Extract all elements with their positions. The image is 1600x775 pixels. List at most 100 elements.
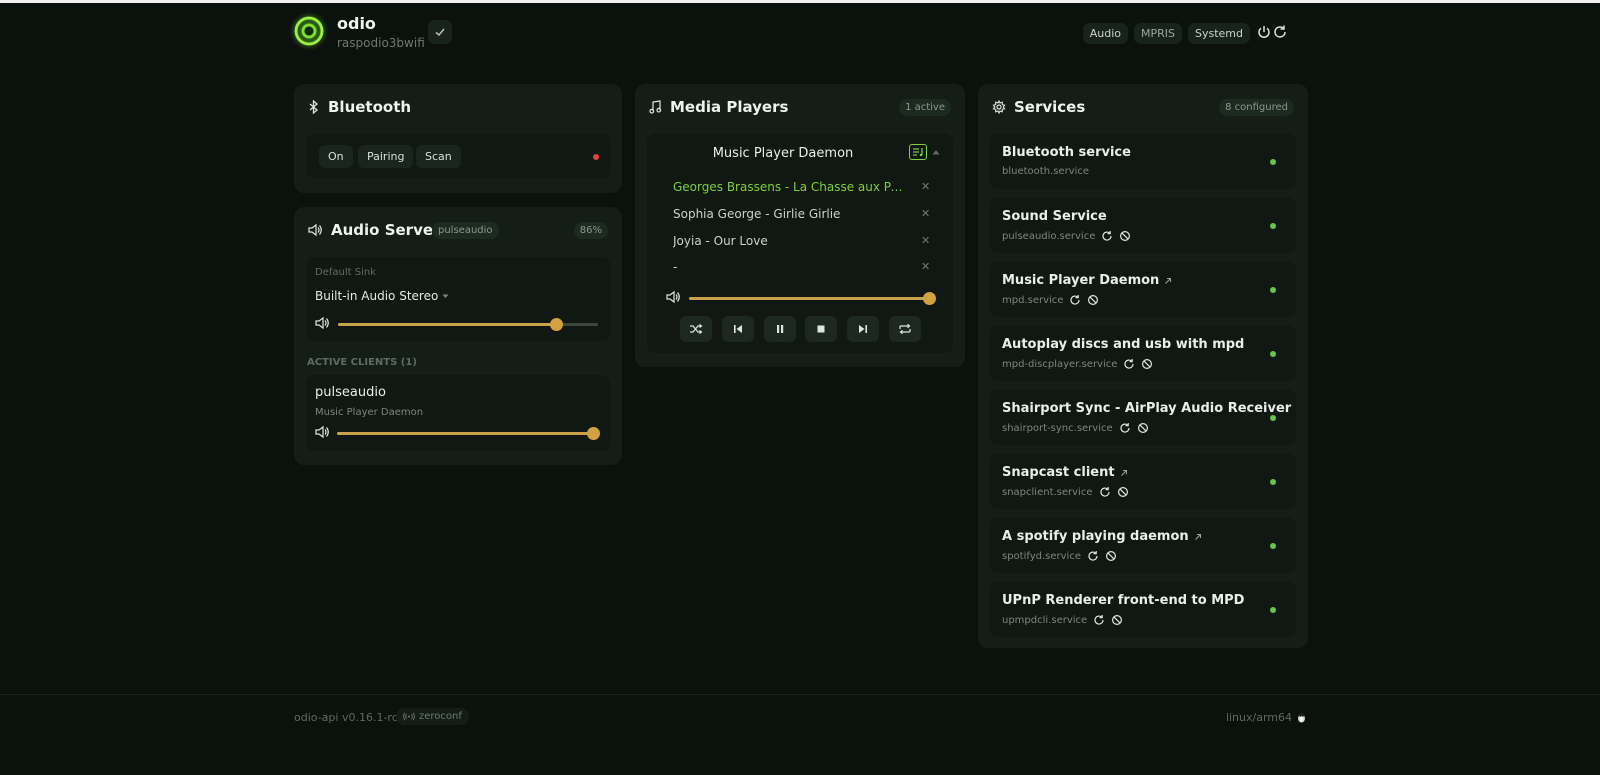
shuffle-button[interactable] (680, 316, 712, 342)
restart-icon[interactable] (1099, 486, 1111, 498)
bluetooth-pairing-button[interactable]: Pairing (358, 145, 414, 168)
nav-pill-systemd[interactable]: Systemd (1187, 23, 1250, 44)
remove-track-4-icon[interactable]: ✕ (921, 260, 930, 273)
disable-icon[interactable] (1141, 358, 1153, 370)
service-row-mpd[interactable]: Music Player Daemon mpd.service (990, 262, 1296, 317)
restart-icon[interactable] (1123, 358, 1135, 370)
gear-icon (992, 100, 1006, 114)
audio-backend-badge: pulseaudio (432, 222, 499, 239)
check-icon (435, 28, 445, 37)
client-volume-fill (337, 432, 593, 435)
next-button[interactable] (847, 316, 879, 342)
service-unit: spotifyd.service (1002, 550, 1117, 562)
service-name-text: Bluetooth service (1002, 145, 1131, 160)
restart-icon[interactable] (1093, 614, 1105, 626)
service-status-dot (1270, 351, 1276, 357)
services-title: Services (992, 98, 1085, 116)
bluetooth-on-button[interactable]: On (319, 145, 353, 168)
service-unit-text: pulseaudio.service (1002, 230, 1096, 242)
service-row-bluetooth[interactable]: Bluetooth service bluetooth.service (990, 134, 1296, 189)
service-name-text: Shairport Sync - AirPlay Audio Receiver (1002, 401, 1292, 416)
sink-volume-knob[interactable] (550, 318, 564, 331)
pause-button[interactable] (764, 316, 796, 342)
sink-volume-icon (315, 316, 329, 330)
audio-server-card: Audio Server pulseaudio 86% Default Sink… (294, 207, 622, 465)
service-name: Shairport Sync - AirPlay Audio Receiver (1002, 401, 1291, 416)
previous-button[interactable] (722, 316, 754, 342)
client-volume-slider[interactable] (337, 427, 600, 440)
service-name: Snapcast client (1002, 465, 1128, 480)
external-link-icon[interactable] (1164, 277, 1172, 285)
playlist-track-4[interactable]: - (673, 260, 909, 274)
remove-track-3-icon[interactable]: ✕ (921, 234, 930, 247)
playlist-track-2[interactable]: Sophia George - Girlie Girlie (673, 207, 909, 221)
sink-name: Built-in Audio Stereo (315, 289, 439, 303)
media-players-title: Media Players (649, 98, 788, 116)
player-volume-knob[interactable] (923, 292, 936, 305)
playlist-track-1[interactable]: Georges Brassens - La Chasse aux Papi... (673, 180, 909, 194)
collapse-up-icon[interactable] (932, 149, 940, 155)
zeroconf-badge: zeroconf (396, 708, 469, 725)
client-volume-knob[interactable] (587, 427, 600, 440)
playlist-track-3[interactable]: Joyia - Our Love (673, 234, 909, 248)
disable-icon[interactable] (1117, 486, 1129, 498)
restart-icon[interactable] (1101, 230, 1113, 242)
audio-volume-badge: 86% (573, 222, 608, 239)
service-row-discplayer[interactable]: Autoplay discs and usb with mpd mpd-disc… (990, 326, 1296, 381)
disable-icon[interactable] (1087, 294, 1099, 306)
service-unit: mpd-discplayer.service (1002, 358, 1153, 370)
service-unit-text: mpd-discplayer.service (1002, 358, 1118, 370)
pause-icon (777, 325, 784, 333)
nav-pill-audio[interactable]: Audio (1082, 23, 1128, 44)
sink-select[interactable]: Built-in Audio Stereo (315, 289, 449, 303)
playlist-toggle-button[interactable] (909, 144, 927, 160)
refresh-icon[interactable] (1272, 24, 1288, 40)
disable-icon[interactable] (1137, 422, 1149, 434)
service-unit-text: upmpdcli.service (1002, 614, 1088, 626)
power-icon[interactable] (1256, 24, 1272, 40)
audio-server-title: Audio Server (308, 221, 440, 239)
restart-icon[interactable] (1087, 550, 1099, 562)
default-sink-label: Default Sink (315, 267, 376, 278)
disable-icon[interactable] (1119, 230, 1131, 242)
external-link-icon[interactable] (1120, 469, 1128, 477)
external-link-icon[interactable] (1194, 533, 1202, 541)
disable-icon[interactable] (1111, 614, 1123, 626)
service-row-shairport[interactable]: Shairport Sync - AirPlay Audio Receiver … (990, 390, 1296, 445)
client-panel: pulseaudio Music Player Daemon (306, 375, 610, 451)
service-unit: bluetooth.service (1002, 166, 1089, 177)
window-top-border (0, 0, 1600, 3)
service-unit-text: shairport-sync.service (1002, 422, 1113, 434)
bluetooth-scan-button[interactable]: Scan (416, 145, 461, 168)
app-header: odio raspodio3bwifi Audio MPRIS Systemd (294, 14, 1310, 54)
service-row-upmpdcli[interactable]: UPnP Renderer front-end to MPD upmpdcli.… (990, 582, 1296, 637)
platform-text: linux/arm64 (1225, 711, 1292, 724)
player-volume-slider[interactable] (689, 292, 936, 305)
chevron-down-icon (442, 294, 449, 298)
connection-check-button[interactable] (428, 20, 452, 44)
restart-icon[interactable] (1119, 422, 1131, 434)
service-name: Autoplay discs and usb with mpd (1002, 337, 1244, 352)
bluetooth-card: Bluetooth (294, 84, 622, 193)
nav-pill-mpris[interactable]: MPRIS (1133, 23, 1182, 44)
restart-icon[interactable] (1069, 294, 1081, 306)
remove-track-1-icon[interactable]: ✕ (921, 180, 930, 193)
services-title-text: Services (1014, 98, 1086, 116)
stop-button[interactable] (805, 316, 837, 342)
repeat-button[interactable] (889, 316, 921, 342)
sink-volume-slider[interactable] (338, 318, 598, 331)
platform-info: linux/arm64 (1226, 711, 1306, 724)
host-name: raspodio3bwifi (337, 36, 425, 50)
service-unit-text: bluetooth.service (1002, 166, 1090, 177)
service-name: UPnP Renderer front-end to MPD (1002, 593, 1244, 608)
remove-track-2-icon[interactable]: ✕ (921, 207, 930, 220)
service-row-spotifyd[interactable]: A spotify playing daemon spotifyd.servic… (990, 518, 1296, 573)
service-name: Bluetooth service (1002, 145, 1131, 160)
media-active-badge: 1 active (899, 99, 951, 116)
service-name: A spotify playing daemon (1002, 529, 1202, 544)
service-row-snapclient[interactable]: Snapcast client snapclient.service (990, 454, 1296, 509)
service-row-sound[interactable]: Sound Service pulseaudio.service (990, 198, 1296, 253)
skip-back-icon (734, 325, 742, 333)
broadcast-icon (403, 712, 415, 721)
disable-icon[interactable] (1105, 550, 1117, 562)
